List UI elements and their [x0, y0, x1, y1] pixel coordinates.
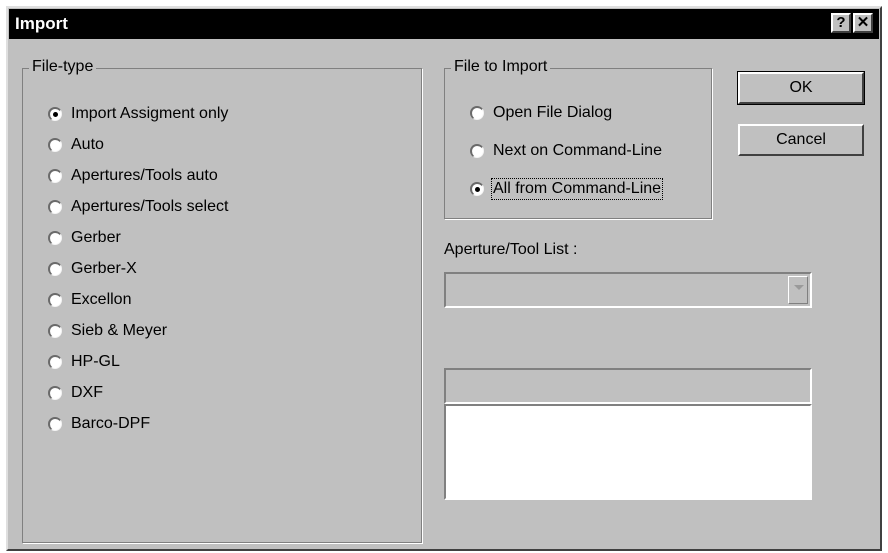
aperture-tool-edit[interactable] — [444, 368, 812, 404]
aperture-tool-list-label: Aperture/Tool List : — [444, 241, 578, 258]
file-to-import-legend: File to Import — [451, 58, 551, 76]
radio-label: Import Assigment only — [71, 105, 229, 122]
radio-label: HP-GL — [71, 353, 120, 370]
title-bar[interactable]: Import ? ✕ — [9, 9, 879, 39]
import-dialog: Import ? ✕ File-type File to Import Impo… — [6, 6, 882, 551]
radio-button[interactable] — [48, 417, 62, 431]
radio-apertures-tools-auto[interactable]: Apertures/Tools auto — [48, 165, 218, 187]
dialog-title: Import — [15, 14, 68, 33]
close-button[interactable]: ✕ — [853, 13, 873, 33]
radio-gerber[interactable]: Gerber — [48, 227, 121, 249]
radio-button[interactable] — [48, 386, 62, 400]
radio-button[interactable] — [48, 324, 62, 338]
cancel-button[interactable]: Cancel — [738, 124, 864, 156]
radio-button[interactable] — [470, 144, 484, 158]
radio-button[interactable] — [48, 169, 62, 183]
help-button[interactable]: ? — [831, 13, 851, 33]
radio-excellon[interactable]: Excellon — [48, 289, 131, 311]
radio-label: Gerber — [71, 229, 121, 246]
radio-label: Apertures/Tools select — [71, 198, 229, 215]
radio-hp-gl[interactable]: HP-GL — [48, 351, 120, 373]
aperture-tool-combo[interactable] — [444, 272, 812, 308]
radio-label: DXF — [71, 384, 103, 401]
radio-label: Barco-DPF — [71, 415, 151, 432]
radio-label: Sieb & Meyer — [71, 322, 168, 339]
radio-dxf[interactable]: DXF — [48, 382, 103, 404]
radio-barco-dpf[interactable]: Barco-DPF — [48, 413, 150, 435]
radio-button[interactable] — [48, 107, 62, 121]
radio-button[interactable] — [48, 355, 62, 369]
ok-button[interactable]: OK — [737, 71, 865, 105]
radio-button[interactable] — [470, 106, 484, 120]
radio-gerber-x[interactable]: Gerber-X — [48, 258, 137, 280]
radio-dot — [475, 187, 480, 192]
close-icon: ✕ — [856, 14, 870, 31]
radio-label: Gerber-X — [71, 260, 137, 277]
radio-dot — [53, 112, 58, 117]
radio-sieb-meyer[interactable]: Sieb & Meyer — [48, 320, 167, 342]
aperture-tool-listbox[interactable] — [444, 404, 812, 500]
chevron-down-icon[interactable] — [788, 276, 808, 304]
file-type-legend: File-type — [29, 58, 97, 76]
radio-import-assignment-only[interactable]: Import Assigment only — [48, 103, 228, 125]
radio-button[interactable] — [48, 231, 62, 245]
radio-button[interactable] — [48, 200, 62, 214]
radio-next-on-command-line[interactable]: Next on Command-Line — [470, 140, 662, 162]
radio-label: Apertures/Tools auto — [71, 167, 218, 184]
radio-label: Excellon — [71, 291, 132, 308]
radio-apertures-tools-select[interactable]: Apertures/Tools select — [48, 196, 228, 218]
radio-label: Next on Command-Line — [493, 142, 662, 159]
radio-label: Auto — [71, 136, 104, 153]
radio-label: All from Command-Line — [490, 178, 664, 200]
radio-auto[interactable]: Auto — [48, 134, 104, 156]
radio-open-file-dialog[interactable]: Open File Dialog — [470, 102, 612, 124]
radio-button[interactable] — [470, 182, 484, 196]
radio-all-from-command-line[interactable]: All from Command-Line — [470, 178, 664, 200]
radio-label: Open File Dialog — [493, 104, 613, 121]
radio-button[interactable] — [48, 262, 62, 276]
radio-button[interactable] — [48, 293, 62, 307]
radio-button[interactable] — [48, 138, 62, 152]
